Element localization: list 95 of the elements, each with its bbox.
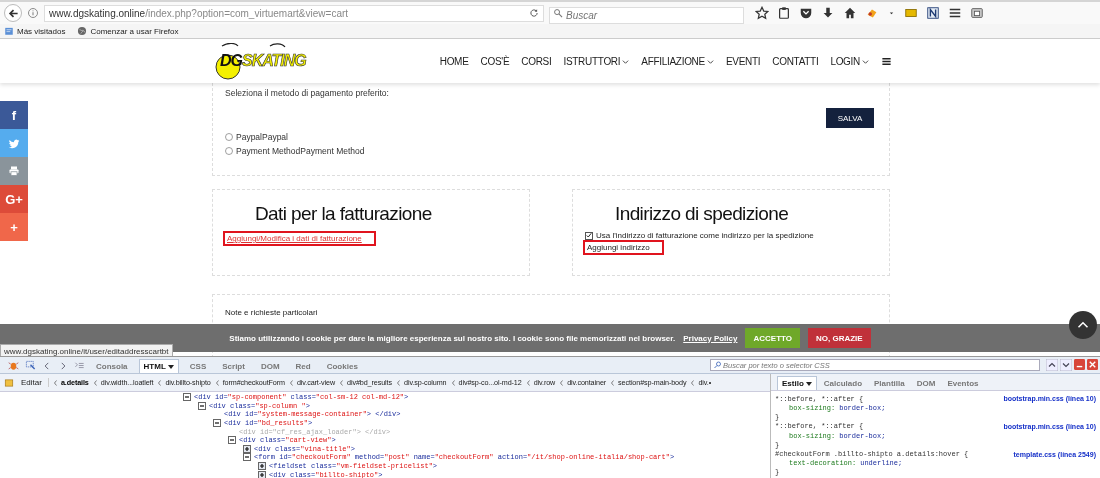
style-tab[interactable]: Eventos xyxy=(942,376,984,391)
radio-button[interactable] xyxy=(225,147,233,155)
devtools-tab[interactable]: Script xyxy=(217,359,250,373)
caret-icon xyxy=(805,380,812,387)
chevron-icon xyxy=(91,378,98,387)
radio-label[interactable]: Payment MethodPayment Method xyxy=(236,146,365,156)
expand-toggle-icon[interactable] xyxy=(258,462,266,471)
add-address-link[interactable]: Aggiungi indirizzo xyxy=(583,240,664,255)
edit-billing-link[interactable]: Aggiungi/Modifica i dati di fatturazione xyxy=(223,231,376,246)
style-tab[interactable]: Estilo xyxy=(777,376,817,391)
up-arrow-icon[interactable] xyxy=(1046,359,1058,371)
print-share-button[interactable] xyxy=(0,157,28,185)
nav-link[interactable]: CONTATTI xyxy=(772,55,819,67)
nav-link[interactable]: HOME xyxy=(439,55,469,67)
dom-icon[interactable] xyxy=(4,377,14,388)
minimize-icon[interactable] xyxy=(1074,359,1085,370)
devtools-tab[interactable]: DOM xyxy=(255,359,285,373)
chevron-icon xyxy=(524,378,531,387)
chevron-icon xyxy=(609,378,616,387)
collapse-toggle-icon[interactable] xyxy=(183,393,191,402)
decline-button[interactable]: NO, GRAZIE xyxy=(808,328,871,348)
notes-label: Note e richieste particolari xyxy=(225,308,318,317)
window-icon[interactable] xyxy=(970,6,984,20)
nav-link[interactable]: EVENTI xyxy=(725,55,761,67)
checkbox-label[interactable]: Usa l'indirizzo di fatturazione come indirizzo per la spedizione xyxy=(596,231,814,240)
chevron-icon xyxy=(689,378,696,387)
checkbox[interactable] xyxy=(585,231,593,240)
style-tab[interactable]: Calculado xyxy=(818,376,867,391)
radio-label[interactable]: PaypalPaypal xyxy=(236,132,288,142)
nav-link[interactable]: LOGIN xyxy=(830,55,869,67)
style-tab[interactable]: Plantilla xyxy=(869,376,910,391)
bookmark-link[interactable]: Más visitados xyxy=(17,26,66,36)
cookie-message: Stiamo utilizzando i cookie per dare la migliore esperienza sul nostro sito. I cookie sono file memorizzati nel browser. xyxy=(229,333,676,343)
save-button[interactable]: SALVA xyxy=(826,108,874,128)
devtools-tab[interactable]: HTML xyxy=(138,359,179,373)
clipboard-icon[interactable] xyxy=(777,6,791,20)
down-arrow-icon[interactable] xyxy=(1060,359,1072,371)
forward-icon[interactable] xyxy=(58,360,68,371)
collapse-toggle-icon[interactable] xyxy=(243,453,251,462)
search-icon xyxy=(553,8,563,18)
pocket-icon[interactable] xyxy=(799,6,813,20)
chevron-icon xyxy=(558,378,565,387)
facebook-share-button[interactable]: f xyxy=(0,101,28,129)
privacy-policy-link[interactable]: Privacy Policy xyxy=(683,333,738,343)
back-arrow-icon xyxy=(7,7,19,19)
chevron-icon xyxy=(213,378,220,387)
download-icon[interactable] xyxy=(821,6,835,20)
devtools-tab[interactable]: Cookies xyxy=(321,359,363,373)
chevron-icon xyxy=(287,378,294,387)
bug-icon[interactable] xyxy=(8,360,19,371)
nav-link[interactable]: ISTRUTTORI xyxy=(563,55,630,67)
search-icon xyxy=(714,361,722,369)
google-share-button[interactable]: G+ xyxy=(0,185,28,213)
info-icon[interactable] xyxy=(27,7,39,19)
chevron-icon xyxy=(338,378,345,387)
address-field[interactable]: www.dgskating.online/index.php?option=com_virtuemart&view=cart xyxy=(44,4,544,22)
print-icon xyxy=(8,165,20,177)
collapse-toggle-icon[interactable] xyxy=(228,436,236,445)
nav-link[interactable]: AFFILIAZIONE xyxy=(641,55,714,67)
nav-link[interactable]: COS'È xyxy=(480,55,510,67)
menu-icon[interactable] xyxy=(948,6,962,20)
style-tab[interactable]: DOM xyxy=(911,376,941,391)
back-button[interactable] xyxy=(4,4,22,22)
chevron-icon xyxy=(395,378,401,387)
devtools-tab[interactable]: Red xyxy=(290,359,316,373)
devtools-tab[interactable]: Consola xyxy=(91,359,133,373)
section-title: Dati per la fatturazione xyxy=(255,203,432,225)
chevron-icon xyxy=(51,378,58,387)
collapse-toggle-icon[interactable] xyxy=(213,419,221,428)
nav-link[interactable]: CORSI xyxy=(521,55,552,67)
bookmark-star-icon[interactable] xyxy=(755,6,769,20)
globe-icon[interactable] xyxy=(77,26,88,36)
expand-toggle-icon[interactable] xyxy=(258,470,266,478)
bookmarks-folder-icon[interactable] xyxy=(4,26,14,36)
extension-icon[interactable] xyxy=(926,6,940,20)
chevron-icon xyxy=(156,378,163,387)
devtools-tab[interactable]: CSS xyxy=(184,359,212,373)
bookmark-link[interactable]: Comenzar a usar Firefox xyxy=(90,26,179,36)
home-icon[interactable] xyxy=(843,6,857,20)
expand-toggle-icon[interactable] xyxy=(243,444,251,453)
chevron-icon xyxy=(449,378,456,387)
reload-icon[interactable] xyxy=(529,8,539,18)
search-field[interactable]: Buscar xyxy=(549,6,744,24)
menu-icon[interactable] xyxy=(881,55,892,67)
edit-button[interactable]: Editar xyxy=(17,378,49,387)
scroll-top-button[interactable] xyxy=(1069,311,1097,339)
caret-icon xyxy=(167,363,174,370)
collapse-toggle-icon[interactable] xyxy=(198,401,206,410)
section-title: Indirizzo di spedizione xyxy=(615,203,789,225)
inspect-icon[interactable] xyxy=(25,360,36,371)
radio-button[interactable] xyxy=(225,133,233,141)
status-url: www.dgskating.online/it/user/editaddresscartbt xyxy=(0,344,173,356)
back-icon[interactable] xyxy=(42,360,52,371)
payment-prompt: Seleziona il metodo di pagamento preferito: xyxy=(225,88,390,98)
close-icon[interactable] xyxy=(1087,359,1098,370)
